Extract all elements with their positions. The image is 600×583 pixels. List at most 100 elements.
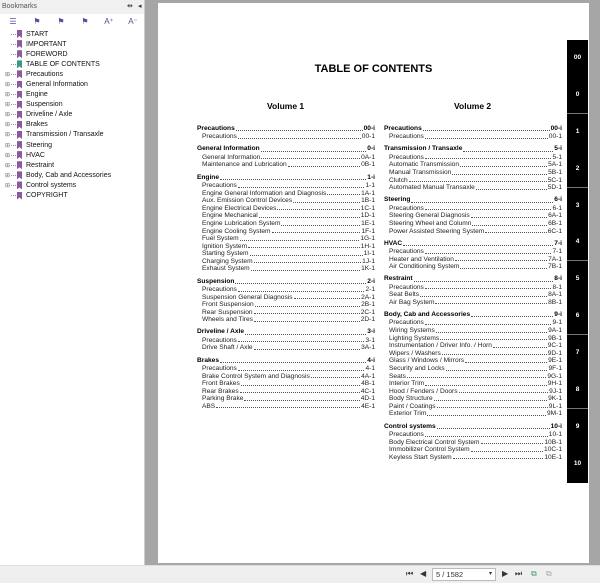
toc-entry[interactable]: Precautions 8-1 — [384, 284, 562, 292]
toc-section-heading[interactable]: Suspension 2-i — [197, 278, 375, 286]
collapse-panel-icon[interactable]: ◂ — [138, 2, 142, 10]
toc-entry[interactable]: Precautions 5-1 — [384, 154, 562, 162]
toc-entry[interactable]: Heater and Ventilation 7A-1 — [384, 256, 562, 264]
toc-entry[interactable]: Precautions 9-1 — [384, 319, 562, 327]
toc-entry[interactable]: Front Suspension 2B-1 — [197, 301, 375, 309]
toc-entry[interactable]: Automatic Transmission 5A-1 — [384, 161, 562, 169]
expand-icon[interactable]: ⊞ — [4, 71, 11, 78]
toc-entry[interactable]: Precautions 1-1 — [197, 182, 375, 190]
toc-entry[interactable]: Manual Transmission 5B-1 — [384, 169, 562, 177]
toc-entry[interactable]: Starting System 1I-1 — [197, 250, 375, 258]
toc-entry[interactable]: Maintenance and Lubrication 0B-1 — [197, 161, 375, 169]
toc-entry[interactable]: Wipers / Washers 9D-1 — [384, 350, 562, 358]
chapter-tab[interactable]: 3 — [567, 188, 588, 225]
toc-entry[interactable]: Paint / Coatings 9L-1 — [384, 403, 562, 411]
toc-section-heading[interactable]: Precautions 00-i — [197, 125, 375, 133]
toc-section-heading[interactable]: Engine 1-i — [197, 174, 375, 182]
chapter-tab[interactable]: 7 — [567, 335, 588, 372]
toc-entry[interactable]: Steering Wheel and Column 6B-1 — [384, 220, 562, 228]
expand-icon[interactable]: ⊞ — [4, 91, 11, 98]
toc-entry[interactable]: Lighting Systems 9B-1 — [384, 335, 562, 343]
toc-entry[interactable]: Body Electrical Control System 10B-1 — [384, 439, 562, 447]
expand-icon[interactable]: ⊞ — [4, 162, 11, 169]
toc-entry[interactable]: Exhaust System 1K-1 — [197, 265, 375, 273]
toc-entry[interactable]: Automated Manual Transaxle 5D-1 — [384, 184, 562, 192]
toc-entry[interactable]: Exterior Trim 9M-1 — [384, 410, 562, 418]
expand-icon[interactable]: ⊞ — [4, 101, 11, 108]
toc-entry[interactable]: Power Assisted Steering System 6C-1 — [384, 228, 562, 236]
increase-font-icon[interactable]: A⁺ — [102, 17, 116, 26]
toc-entry[interactable]: Interior Trim 9H-1 — [384, 380, 562, 388]
toc-entry[interactable]: Immobilizer Control System 10C-1 — [384, 446, 562, 454]
expand-icon[interactable]: ⊞ — [4, 172, 11, 179]
next-page-icon[interactable]: ▶ — [502, 569, 508, 578]
bookmark-item[interactable]: ⊞ Precautions — [4, 69, 144, 79]
bookmark-item[interactable]: ⊞ Suspension — [4, 100, 144, 110]
toc-entry[interactable]: Wheels and Tires 2D-1 — [197, 316, 375, 324]
toc-entry[interactable]: Hood / Fenders / Doors 9J-1 — [384, 388, 562, 396]
chapter-tab[interactable]: 1 — [567, 114, 588, 151]
bookmark-item[interactable]: ⊞ Brakes — [4, 120, 144, 130]
bookmark-item[interactable]: ⊞ Driveline / Axle — [4, 110, 144, 120]
toc-entry[interactable]: Keyless Start System 10E-1 — [384, 454, 562, 462]
bookmark-item[interactable]: ⊞ Transmission / Transaxle — [4, 130, 144, 140]
chapter-tab[interactable]: 10 — [567, 446, 588, 483]
toc-entry[interactable]: Precautions 00-1 — [197, 133, 375, 141]
toc-entry[interactable]: Engine Lubrication System 1E-1 — [197, 220, 375, 228]
decrease-font-icon[interactable]: A⁻ — [126, 17, 140, 26]
toc-entry[interactable]: ABS 4E-1 — [197, 403, 375, 411]
chapter-tab[interactable]: 2 — [567, 151, 588, 188]
toc-section-heading[interactable]: Transmission / Transaxle 5-i — [384, 145, 562, 153]
toc-entry[interactable]: Aux. Emission Control Devices 1B-1 — [197, 197, 375, 205]
toc-entry[interactable]: Security and Locks 9F-1 — [384, 365, 562, 373]
toc-section-heading[interactable]: Steering 6-i — [384, 196, 562, 204]
next-view-icon[interactable]: ⧉ — [546, 569, 552, 579]
expand-bookmark-icon[interactable]: ⚑ — [30, 17, 44, 26]
toc-entry[interactable]: Engine Mechanical 1D-1 — [197, 212, 375, 220]
toc-entry[interactable]: Precautions 00-1 — [384, 133, 562, 141]
toc-entry[interactable]: Precautions 2-1 — [197, 286, 375, 294]
page-number-input[interactable]: 5 / 1582 ▾ — [432, 568, 496, 581]
bookmark-item[interactable]: ⊞ Restraint — [4, 160, 144, 170]
toc-section-heading[interactable]: HVAC 7-i — [384, 240, 562, 248]
toc-section-heading[interactable]: Restraint 8-i — [384, 275, 562, 283]
toc-entry[interactable]: Brake Control System and Diagnosis 4A-1 — [197, 373, 375, 381]
toc-entry[interactable]: Drive Shaft / Axle 3A-1 — [197, 344, 375, 352]
toc-section-heading[interactable]: Driveline / Axle 3-i — [197, 328, 375, 336]
expand-icon[interactable]: ⊞ — [4, 142, 11, 149]
toc-entry[interactable]: Precautions 10-1 — [384, 431, 562, 439]
bookmark-item[interactable]: ⊞ General Information — [4, 79, 144, 89]
expand-icon[interactable]: ⊞ — [4, 182, 11, 189]
toc-entry[interactable]: General Information 0A-1 — [197, 154, 375, 162]
new-bookmark-icon[interactable]: ⚑ — [54, 17, 68, 26]
toc-entry[interactable]: Instrumentation / Driver Info. / Horn 9C-… — [384, 342, 562, 350]
toc-entry[interactable]: Engine General Information and Diagnosis… — [197, 190, 375, 198]
bookmark-item[interactable]: FOREWORD — [4, 49, 144, 59]
toc-section-heading[interactable]: General Information 0-i — [197, 145, 375, 153]
toc-entry[interactable]: Clutch 5C-1 — [384, 177, 562, 185]
chapter-tab[interactable]: 00 — [567, 40, 588, 77]
toc-entry[interactable]: Front Brakes 4B-1 — [197, 380, 375, 388]
toc-entry[interactable]: Precautions 7-1 — [384, 248, 562, 256]
toc-entry[interactable]: Precautions 6-1 — [384, 205, 562, 213]
expand-panel-icon[interactable]: ⇹ — [127, 2, 133, 10]
bookmark-item[interactable]: TABLE OF CONTENTS — [4, 59, 144, 69]
previous-view-icon[interactable]: ⧉ — [531, 569, 537, 579]
bookmark-item[interactable]: ⊞ HVAC — [4, 150, 144, 160]
toc-section-heading[interactable]: Body, Cab and Accessories 9-i — [384, 311, 562, 319]
chapter-tab[interactable]: 5 — [567, 261, 588, 298]
chapter-tab[interactable]: 6 — [567, 298, 588, 336]
toc-entry[interactable]: Fuel System 1G-1 — [197, 235, 375, 243]
previous-page-icon[interactable]: ◀ — [420, 569, 426, 578]
toc-section-heading[interactable]: Precautions 00-i — [384, 125, 562, 133]
bookmark-item[interactable]: COPYRIGHT — [4, 191, 144, 201]
toc-entry[interactable]: Glass / Windows / Mirrors 9E-1 — [384, 357, 562, 365]
toc-entry[interactable]: Engine Electrical Devices 1C-1 — [197, 205, 375, 213]
expand-icon[interactable]: ⊞ — [4, 152, 11, 159]
toc-entry[interactable]: Engine Cooling System 1F-1 — [197, 228, 375, 236]
bookmark-item[interactable]: ⊞ Control systems — [4, 180, 144, 190]
toc-section-heading[interactable]: Control systems 10-i — [384, 423, 562, 431]
toc-entry[interactable]: Precautions 4-1 — [197, 365, 375, 373]
vertical-scrollbar[interactable] — [589, 0, 600, 565]
chapter-tab[interactable]: 8 — [567, 372, 588, 409]
